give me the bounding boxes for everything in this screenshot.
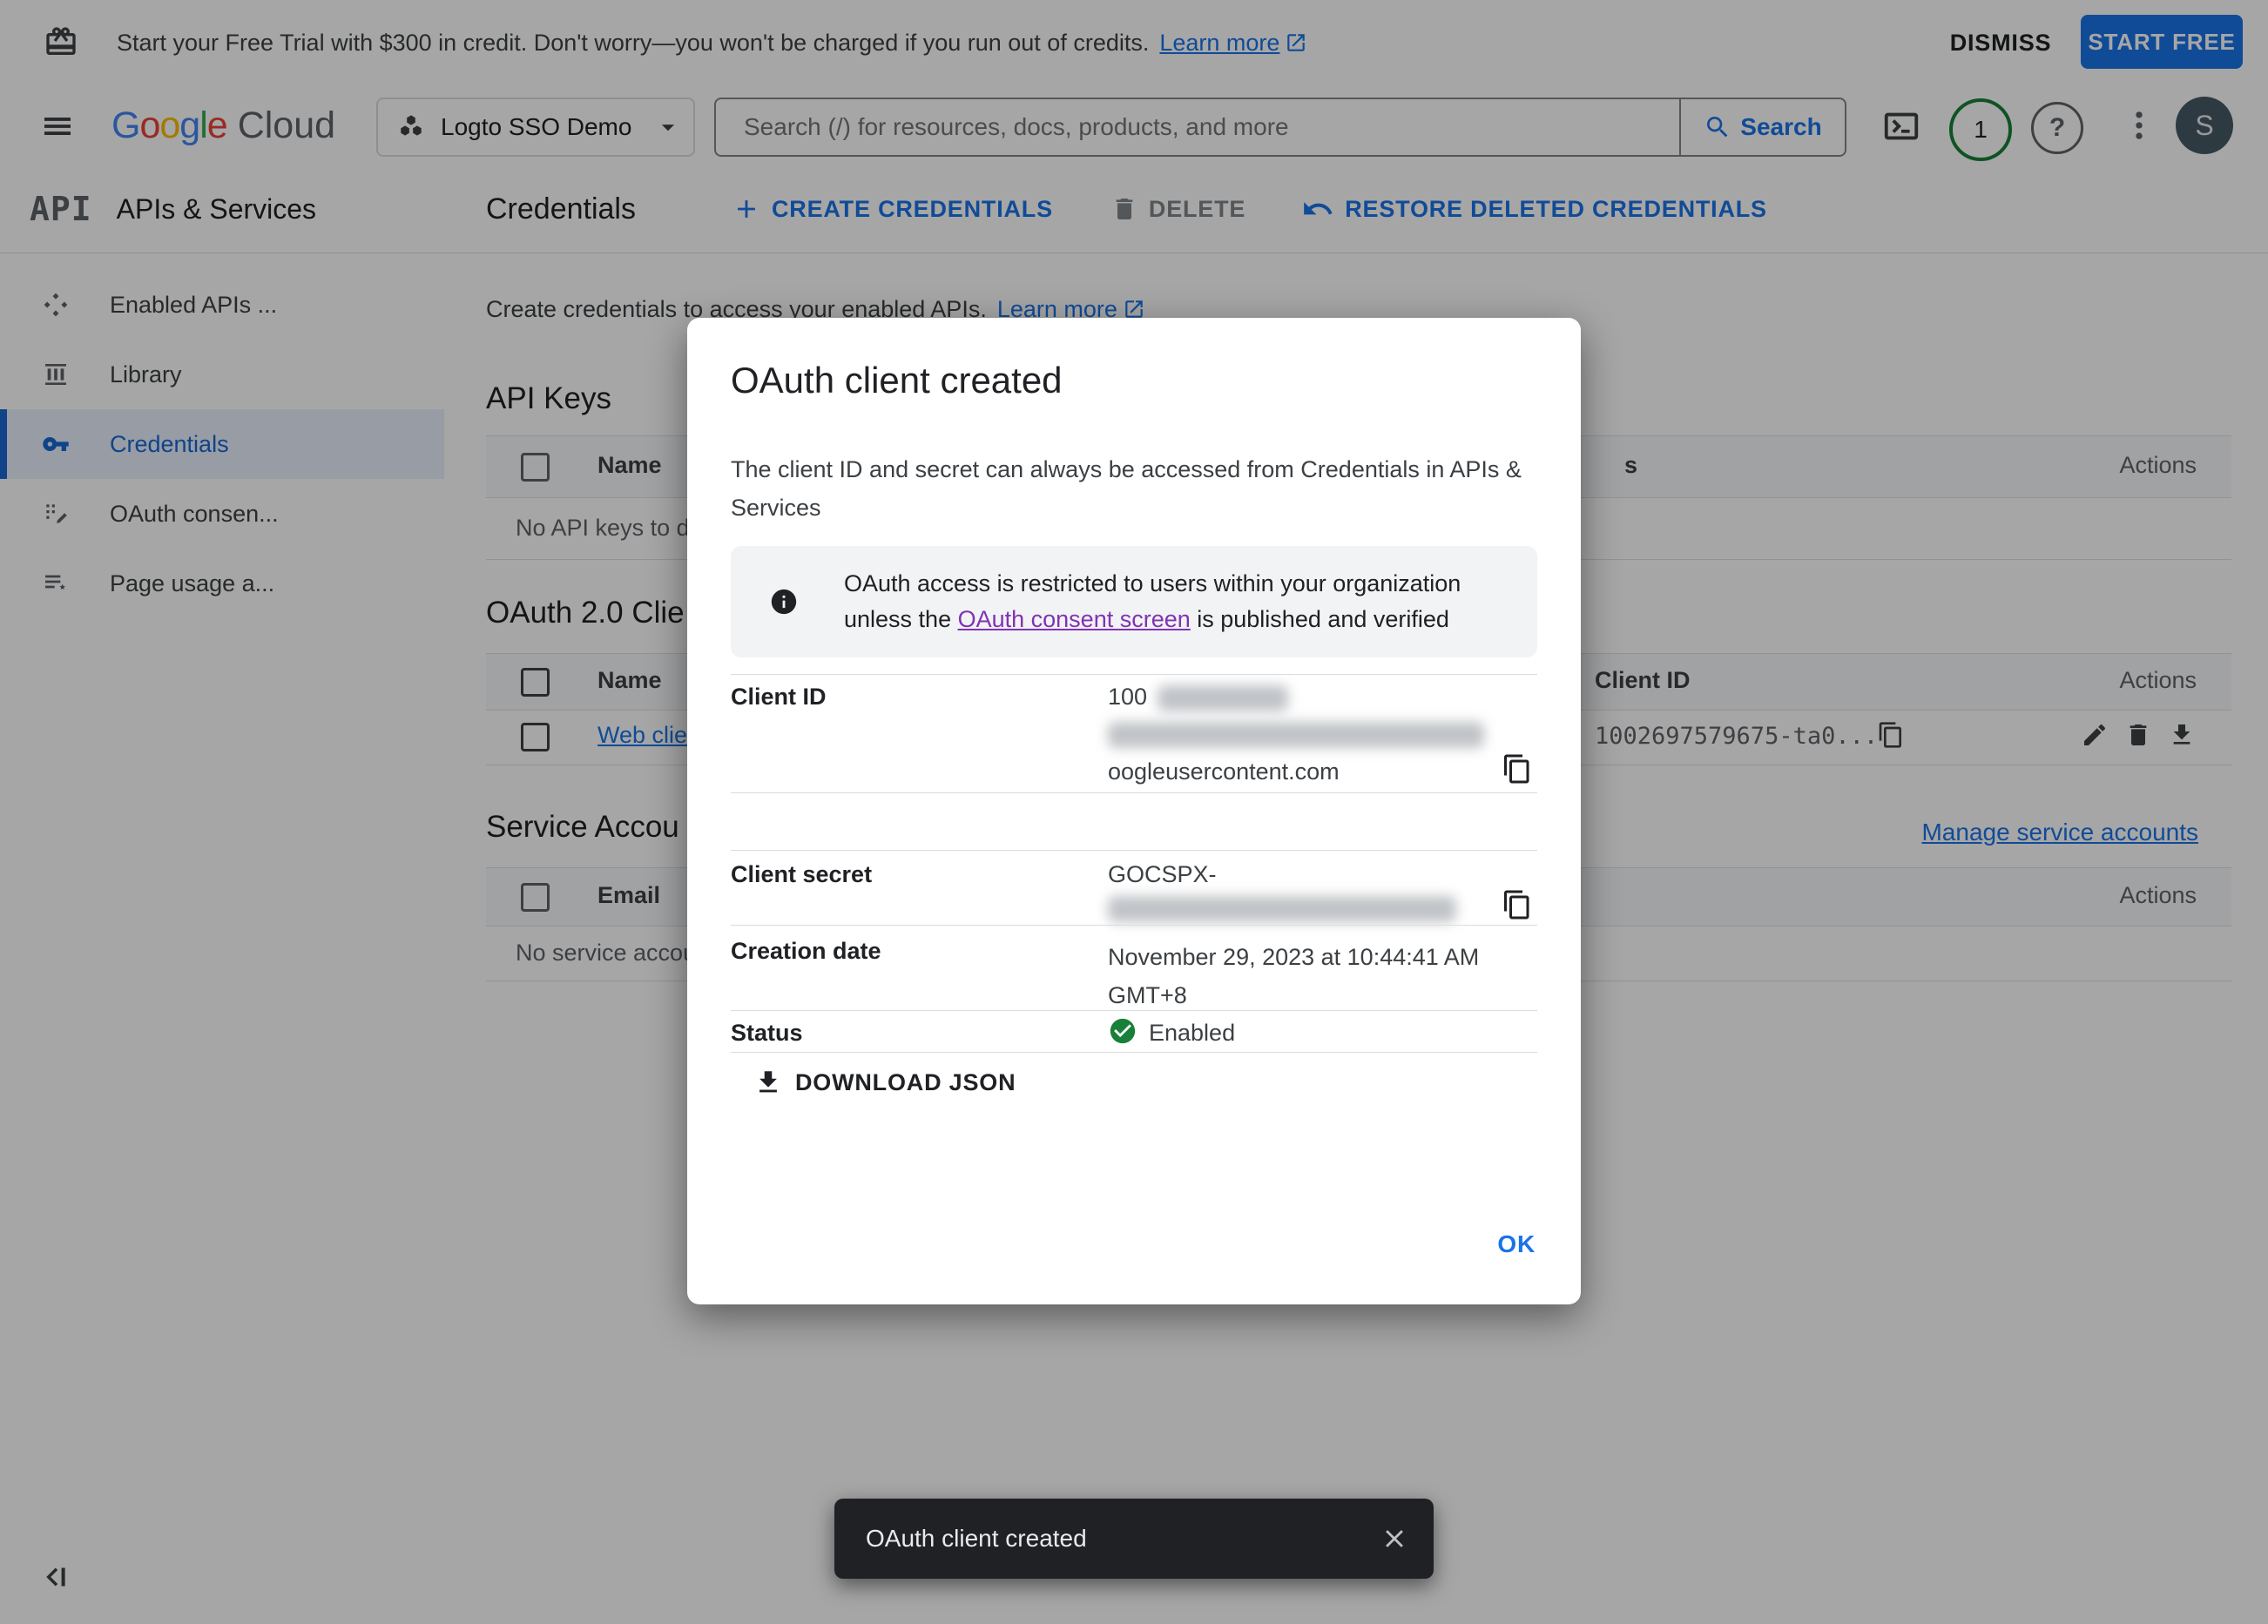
client-secret-label: Client secret [731, 861, 873, 887]
google-cloud-console: Start your Free Trial with $300 in credi… [0, 0, 2268, 1624]
redacted-client-secret [1108, 896, 1456, 922]
redacted-client-id-part2 [1108, 722, 1484, 748]
check-circle-icon [1108, 1016, 1137, 1046]
client-id-prefix: 100 [1108, 684, 1148, 710]
status-label: Status [731, 1020, 803, 1046]
dialog-title: OAuth client created [731, 360, 1063, 401]
download-icon [753, 1068, 783, 1097]
notice-line1: OAuth access is restricted to users with… [844, 570, 1461, 596]
client-secret-prefix: GOCSPX- [1108, 861, 1217, 887]
snackbar-toast: OAuth client created [834, 1499, 1434, 1579]
oauth-consent-screen-link[interactable]: OAuth consent screen [958, 606, 1191, 632]
redacted-client-id-part1 [1158, 685, 1288, 711]
notice-line2: unless the OAuth consent screen is publi… [844, 606, 1449, 632]
creation-date-label: Creation date [731, 938, 881, 964]
copy-client-id-icon[interactable] [1502, 753, 1533, 785]
status-value: Enabled [1149, 1020, 1236, 1046]
info-icon [769, 587, 799, 617]
info-notice-box: OAuth access is restricted to users with… [731, 546, 1537, 657]
client-id-label: Client ID [731, 684, 827, 710]
close-icon[interactable] [1380, 1524, 1409, 1553]
toast-message: OAuth client created [866, 1525, 1087, 1552]
copy-client-secret-icon[interactable] [1502, 889, 1533, 920]
client-id-domain: oogleusercontent.com [1108, 758, 1340, 785]
download-json-button[interactable]: DOWNLOAD JSON [753, 1060, 1016, 1105]
creation-date-value: November 29, 2023 at 10:44:41 AM GMT+8 [1108, 944, 1480, 1008]
dialog-body-text: The client ID and secret can always be a… [731, 456, 1522, 521]
oauth-client-created-dialog: OAuth client created The client ID and s… [687, 318, 1581, 1304]
ok-button[interactable]: OK [1497, 1230, 1536, 1258]
